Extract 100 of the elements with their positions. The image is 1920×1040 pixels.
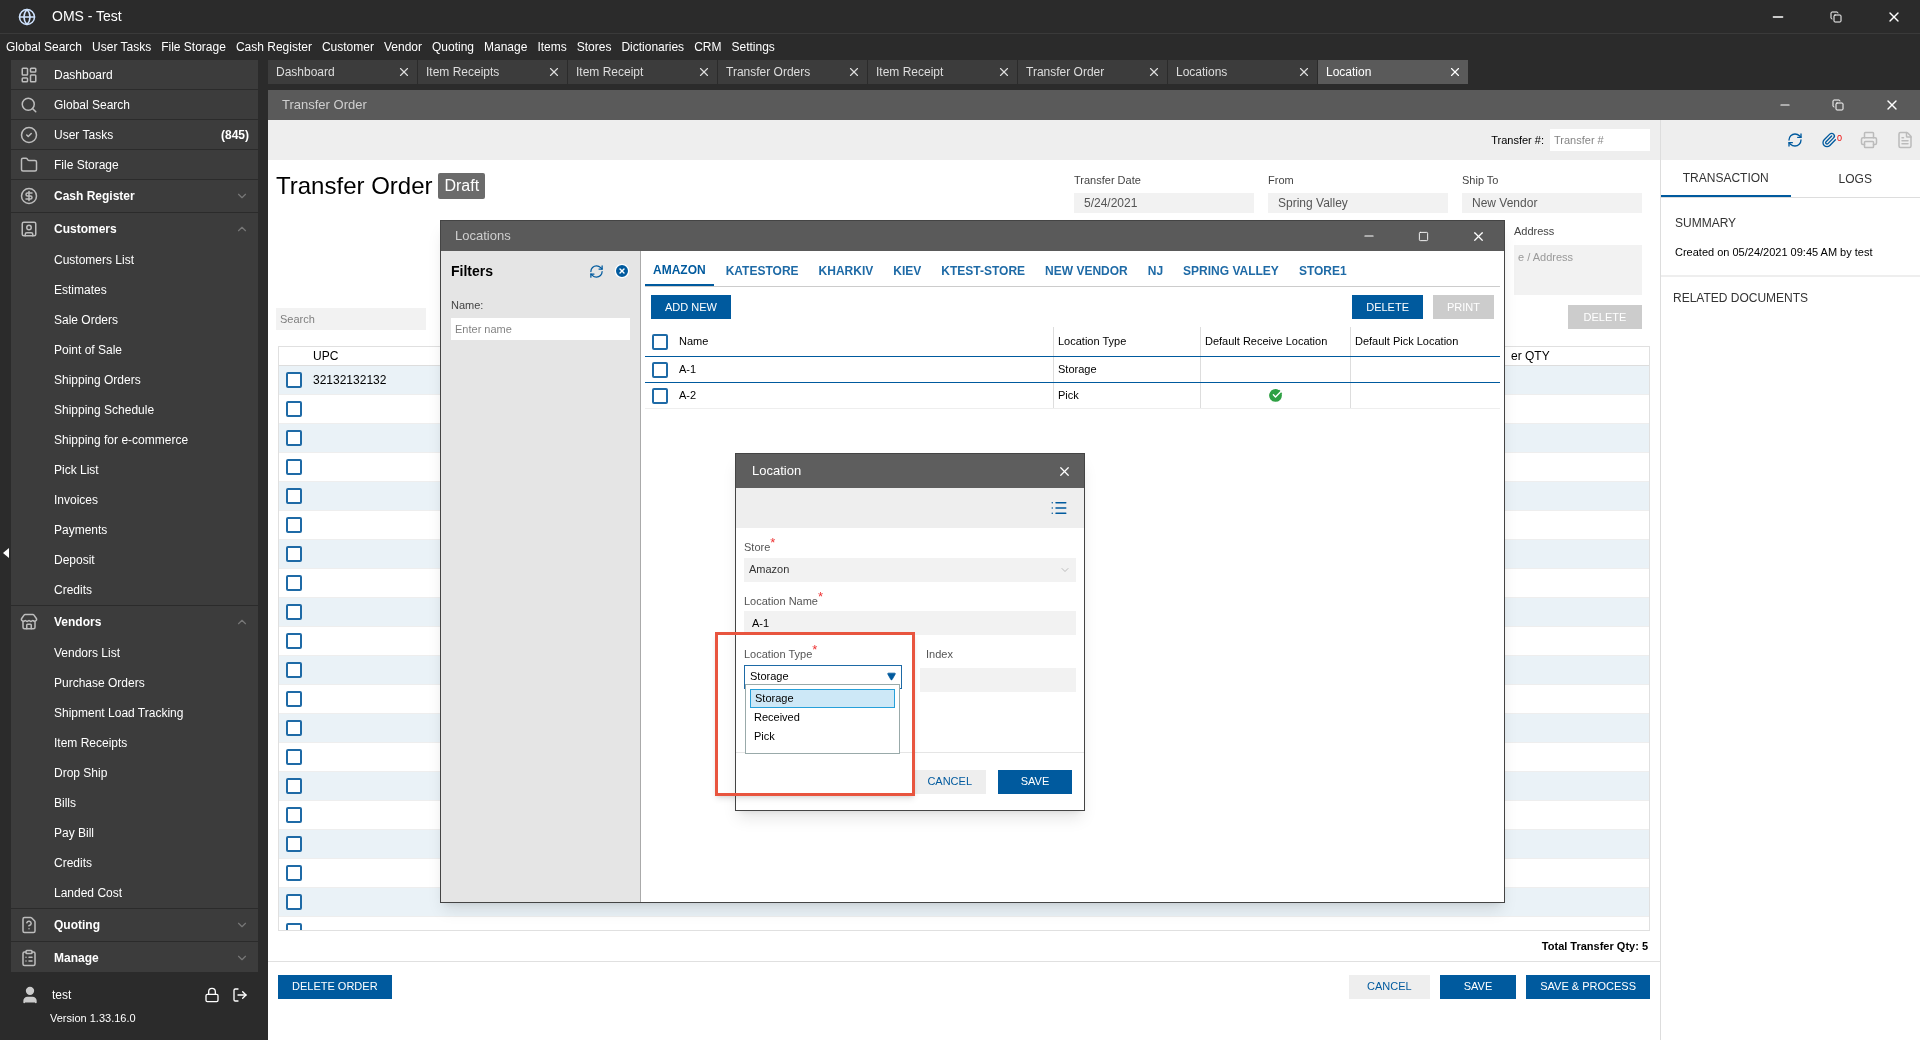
store-tab[interactable]: STORE1 [1290,256,1355,286]
store-tab[interactable]: KIEV [885,256,930,286]
dropdown-option[interactable]: Pick [750,727,895,746]
sidebar-subitem[interactable]: Deposit [11,545,258,575]
name-field[interactable]: Enter name [451,317,630,340]
sidebar-group[interactable]: Customers [11,213,258,245]
row-checkbox[interactable] [286,720,302,736]
row-checkbox[interactable] [286,401,302,417]
store-tab[interactable]: NEW VENDOR [1037,256,1136,286]
close-tab-icon[interactable] [847,65,861,79]
location-name-field[interactable]: A-1 [744,611,1076,635]
store-tab[interactable]: NJ [1139,256,1172,286]
sidebar-subitem[interactable]: Drop Ship [11,758,258,788]
collapse-arrow-icon[interactable] [3,548,9,558]
close-tab-icon[interactable] [1147,65,1161,79]
row-checkbox[interactable] [286,865,302,881]
sidebar-group[interactable]: Cash Register [11,180,258,212]
row-checkbox[interactable] [286,807,302,823]
row-checkbox[interactable] [286,836,302,852]
save-button[interactable]: SAVE [1439,974,1517,999]
store-tab[interactable]: SPRING VALLEY [1175,256,1287,286]
row-checkbox[interactable] [286,778,302,794]
delete-order-button[interactable]: DELETE ORDER [278,974,392,999]
document-tab[interactable]: Item Receipt [568,60,718,84]
row-checkbox[interactable] [286,749,302,765]
sidebar-item[interactable]: Global Search [11,90,258,119]
field-input[interactable]: 5/24/2021 [1074,192,1254,213]
refresh-icon[interactable] [1787,132,1803,148]
cancel-button[interactable]: CANCEL [1349,974,1430,999]
store-tab[interactable]: KTEST-STORE [933,256,1034,286]
sidebar-group[interactable]: Quoting [11,909,258,941]
row-checkbox[interactable] [286,430,302,446]
cancel-button[interactable]: CANCEL [913,769,986,794]
menu-item[interactable]: Cash Register [235,38,312,56]
store-tab[interactable]: KATESTORE [717,256,807,286]
sidebar-subitem[interactable]: Landed Cost [11,878,258,908]
sidebar-subitem[interactable]: Item Receipts [11,728,258,758]
sidebar-subitem[interactable]: Customers List [11,245,258,275]
menu-item[interactable]: File Storage [161,38,226,56]
sidebar-subitem[interactable]: Pay Bill [11,818,258,848]
row-checkbox[interactable] [286,372,302,388]
table-row[interactable]: A-1 Storage [645,357,1500,383]
store-tab[interactable]: AMAZON [645,256,714,286]
search-field[interactable]: Search [276,308,426,330]
document-tab[interactable]: Item Receipt [868,60,1018,84]
select-all-checkbox[interactable] [652,333,668,350]
dropdown-option[interactable]: Received [750,708,895,727]
close-tab-icon[interactable] [397,65,411,79]
row-checkbox[interactable] [286,575,302,591]
row-checkbox[interactable] [286,546,302,562]
restore-icon[interactable] [1830,10,1842,23]
sidebar-subitem[interactable]: Point of Sale [11,335,258,365]
sidebar-subitem[interactable]: Sale Orders [11,305,258,335]
menu-item[interactable]: CRM [694,38,722,56]
document-tab[interactable]: Locations [1168,60,1318,84]
menu-item[interactable]: Dictionaries [621,38,685,56]
save-button[interactable]: SAVE [998,769,1072,794]
row-checkbox[interactable] [286,662,302,678]
restore-icon[interactable] [1832,99,1844,111]
document-tab[interactable]: Item Receipts [418,60,568,84]
menu-item[interactable]: Items [537,38,567,56]
menu-item[interactable]: Quoting [432,38,474,56]
sidebar-item[interactable]: Dashboard [11,60,258,89]
list-icon[interactable] [1050,499,1068,517]
menu-item[interactable]: User Tasks [92,38,152,56]
menu-item[interactable]: Stores [576,38,612,56]
paperclip-icon[interactable] [1821,132,1837,148]
menu-item[interactable]: Manage [484,38,528,56]
document-tab[interactable]: Dashboard [268,60,418,84]
sidebar-item[interactable]: File Storage [11,150,258,179]
close-tab-icon[interactable] [997,65,1011,79]
document-tab[interactable]: Transfer Orders [718,60,868,84]
sidebar-subitem[interactable]: Shipment Load Tracking [11,698,258,728]
sidebar-subitem[interactable]: Invoices [11,485,258,515]
menu-item[interactable]: Vendor [383,38,422,56]
sidebar-group[interactable]: Manage [11,942,258,972]
sidebar-subitem[interactable]: Purchase Orders [11,668,258,698]
transfer-number-field[interactable]: Transfer # [1550,129,1650,151]
sidebar-item[interactable]: User Tasks (845) [11,120,258,149]
row-checkbox[interactable] [286,488,302,504]
sidebar-subitem[interactable]: Payments [11,515,258,545]
sidebar-subitem[interactable]: Bills [11,788,258,818]
row-checkbox[interactable] [652,387,668,404]
sidebar-subitem[interactable]: Estimates [11,275,258,305]
row-checkbox[interactable] [286,459,302,475]
sidebar-subitem[interactable]: Shipping Orders [11,365,258,395]
row-checkbox[interactable] [286,604,302,620]
row-checkbox[interactable] [286,633,302,649]
menu-item[interactable]: Global Search [6,38,83,56]
sidebar-subitem[interactable]: Pick List [11,455,258,485]
menu-item[interactable]: Customer [321,38,374,56]
sidebar-subitem[interactable]: Credits [11,575,258,605]
row-checkbox[interactable] [286,894,302,910]
field-input[interactable]: Spring Valley [1268,192,1448,213]
table-row[interactable]: A-2 Pick [645,383,1500,409]
dropdown-option[interactable]: Storage [750,689,895,708]
lock-icon[interactable] [204,987,220,1003]
sidebar-subitem[interactable]: Credits [11,848,258,878]
close-tab-icon[interactable] [547,65,561,79]
field-input[interactable]: New Vendor [1462,192,1642,213]
